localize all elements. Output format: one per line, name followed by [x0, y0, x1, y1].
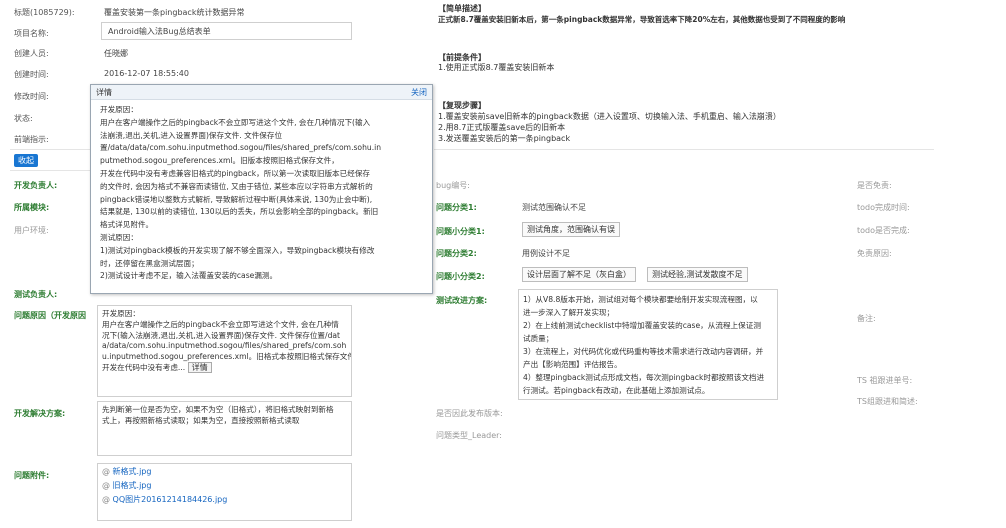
- popup-line: 1)测试对pingback模板的开发实现了解不够全面深入，导致pingback模…: [100, 245, 375, 255]
- improve-line: 3）在流程上，对代码优化或代码重构等技术需求进行改动内容调研，并: [523, 347, 764, 356]
- popup-line: pingback错误地以整数方式解析, 导致解析过程中断(具体来说, 130为止…: [100, 194, 373, 204]
- test-owner-label: 测试负责人:: [14, 290, 58, 299]
- popup-line: 法崩溃,退出,关机,进入设置界面)保存文件. 文件保存位: [100, 130, 283, 140]
- popup-header: 详情 关闭: [91, 85, 432, 100]
- step-3: 3.发送覆盖安装后的第一条pingback: [438, 133, 571, 143]
- cause-line: u.inputmethod.sogou_preferences.xml。旧格式本…: [102, 352, 352, 362]
- subclass1-tag[interactable]: 测试角度，范围确认有误: [522, 222, 620, 237]
- title-label: 标题(1085729):: [14, 8, 75, 17]
- attachment-link[interactable]: 旧格式.jpg: [113, 481, 152, 490]
- created-time-label: 创建时间:: [14, 70, 49, 79]
- improve-line: 行测试。若pingback有改动，在此基础上添加测试点。: [523, 386, 710, 395]
- env-label: 用户环境:: [14, 226, 49, 235]
- status-label: 状态:: [14, 114, 33, 123]
- popup-line: 置/data/data/com.sohu.inputmethod.sogou/f…: [100, 143, 382, 153]
- divider: [434, 149, 934, 150]
- project-label: 项目名称:: [14, 29, 49, 38]
- improve-line: 4）整理pingback测试点形成文档，每次测pingback时都按照该文档进: [523, 373, 765, 382]
- improve-line: 产出【影响范围】评估报告。: [523, 360, 622, 369]
- popup-line: 结果就是, 130以前的读错位, 130以后的丢失，所以会影响全部的pingba…: [100, 207, 379, 217]
- leader-type-label: 问题类型_Leader:: [436, 431, 502, 440]
- todo-done-label: todo是否完成:: [857, 226, 910, 235]
- popup-line: 的文件时, 会因为格式不兼容而读错位, 又由于错位, 某些本应以字符串方式解析的: [100, 181, 373, 191]
- remark-label: 备注:: [857, 314, 876, 323]
- cause-line: 开发原因：: [102, 309, 140, 318]
- todo-time-label: todo完成时间:: [857, 203, 910, 212]
- brief-text: 正式新8.7覆盖安装旧新本后，第一条pingback数据异常，导致首选率下降20…: [438, 14, 846, 24]
- subclass2-label: 问题小分类2:: [436, 272, 485, 281]
- class2-label: 问题分类2:: [436, 249, 477, 258]
- cause-line: 开发在代码中没有考虑...: [102, 362, 186, 372]
- improve-line: 1）从V8.8版本开始，测试组对每个模块都要绘制开发实现流程图，以: [523, 295, 758, 304]
- creator-label: 创建人员:: [14, 49, 49, 58]
- popup-line: 时，还停留在黑盒测试层面；: [100, 258, 199, 268]
- cause-label: 问题原因（开发原因: [14, 311, 86, 320]
- ts-brief-label: TS组跟进和简述:: [857, 397, 918, 406]
- ts-ticket-label: TS 祖跟进单号:: [857, 376, 913, 385]
- steps-title: 【复现步骤】: [438, 101, 486, 111]
- popup-line: putmethod.sogou_preferences.xml。旧版本按照旧格式…: [100, 156, 339, 166]
- creator-value: 任晓娜: [104, 49, 128, 58]
- solution-label: 开发解决方案:: [14, 409, 66, 418]
- subclass1-label: 问题小分类1:: [436, 227, 485, 236]
- project-value: Android输入法Bug总结表单: [108, 27, 211, 36]
- paperclip-icon: @: [102, 467, 113, 476]
- improve-label: 测试改进方案:: [436, 296, 488, 305]
- popup-close-button[interactable]: 关闭: [411, 87, 427, 98]
- popup-line: 2)测试设计考虑不足，输入法覆盖安装的case漏测。: [100, 271, 278, 281]
- step-1: 1.覆盖安装前save旧新本的pingback数据（进入设置项、切换输入法、手机…: [438, 111, 781, 121]
- attachment-label: 问题附件:: [14, 471, 50, 480]
- popup-line: 开发在代码中没有考虑兼容旧格式的pingback，所以第一次读取旧版本已经保存: [100, 168, 371, 178]
- attachment-link[interactable]: 新格式.jpg: [113, 467, 152, 476]
- attachment-box: @ 新格式.jpg @ 旧格式.jpg @ QQ图片20161214184426…: [97, 463, 352, 521]
- popup-line: 开发原因：: [100, 105, 138, 114]
- solution-textbox[interactable]: 先判断第一位是否为空，如果不为空（旧格式），将旧格式映射到新格 式上，再按照新格…: [97, 401, 352, 456]
- precondition-text: 1.使用正式版8.7覆盖安装旧新本: [438, 63, 555, 73]
- release-label: 是否因此发布版本:: [436, 409, 503, 418]
- popup-line: 格式详见附件。: [100, 220, 154, 230]
- precondition-title: 【前提条件】: [438, 52, 486, 62]
- class1-label: 问题分类1:: [436, 203, 477, 212]
- dev-owner-label: 开发负责人:: [14, 181, 58, 190]
- improve-line: 进一步深入了解开发实现；: [523, 308, 615, 317]
- modified-time-label: 修改时间:: [14, 92, 49, 101]
- hint-label: 前端指示:: [14, 135, 49, 144]
- step-2: 2.用8.7正式版覆盖save后的旧新本: [438, 122, 566, 132]
- exempt-label: 是否免责:: [857, 181, 892, 190]
- paperclip-icon: @: [102, 494, 113, 504]
- brief-title: 【简单描述】: [438, 4, 486, 13]
- subclass2-tag[interactable]: 测试经验,测试发散度不足: [647, 267, 748, 282]
- popup-body: 开发原因： 用户在客户端操作之后的pingback不会立即写进这个文件, 会在几…: [91, 100, 432, 283]
- created-time-value: 2016-12-07 18:55:40: [104, 69, 189, 78]
- class1-value: 测试范围确认不足: [522, 203, 586, 212]
- solution-line: 式上，再按照新格式读取；如果为空，直接按照新格式读取: [102, 415, 300, 425]
- cause-textbox[interactable]: 开发原因： 用户在客户端操作之后的pingback不会立即写进这个文件, 会在几…: [97, 305, 352, 397]
- project-input[interactable]: Android输入法Bug总结表单: [101, 22, 352, 40]
- popup-title: 详情: [96, 88, 112, 97]
- module-label: 所属模块:: [14, 203, 50, 212]
- title-value: 覆盖安装第一条pingback统计数据异常: [104, 8, 245, 17]
- class2-value: 用例设计不足: [522, 249, 570, 258]
- attachment-link[interactable]: QQ图片20161214184426.jpg: [113, 495, 228, 504]
- subclass2-tag[interactable]: 设计层面了解不足（灰白盒）: [522, 267, 636, 282]
- popup-line: 用户在客户端操作之后的pingback不会立即写进这个文件, 会在几种情况下(输…: [100, 117, 371, 127]
- description-panel: 【简单描述】 正式新8.7覆盖安装旧新本后，第一条pingback数据异常，导致…: [438, 4, 998, 144]
- detail-popup: 详情 关闭 开发原因： 用户在客户端操作之后的pingback不会立即写进这个文…: [90, 84, 433, 294]
- improve-line: 试质量；: [523, 334, 554, 343]
- cause-line: 况下(输入法崩溃,退出,关机,进入设置界面)保存文件. 文件保存位置/dat: [102, 330, 341, 340]
- detail-button[interactable]: 详情: [187, 361, 212, 373]
- solution-line: 先判断第一位是否为空，如果不为空（旧格式），将旧格式映射到新格: [102, 405, 334, 414]
- paperclip-icon: @: [102, 480, 113, 490]
- improve-textbox[interactable]: 1）从V8.8版本开始，测试组对每个模块都要绘制开发实现流程图，以 进一步深入了…: [518, 289, 778, 400]
- popup-line: 测试原因：: [100, 232, 138, 242]
- bug-number-label: bug编号:: [436, 181, 470, 190]
- exempt-reason-label: 免责原因:: [857, 249, 892, 258]
- collapse-button[interactable]: 收起: [14, 154, 38, 167]
- cause-line: 用户在客户端操作之后的pingback不会立即写进这个文件, 会在几种情: [102, 319, 339, 329]
- cause-line: a/data/com.sohu.inputmethod.sogou/files/…: [102, 341, 347, 351]
- improve-line: 2）在上线前测试checklist中特增加覆盖安装的case，从流程上保证测: [523, 321, 761, 330]
